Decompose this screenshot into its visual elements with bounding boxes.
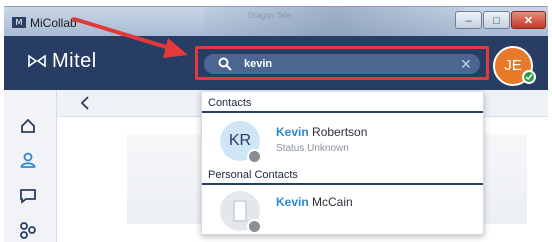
status-unknown-icon — [247, 219, 262, 234]
search-highlight-box: ✕ — [195, 46, 489, 80]
contacts-icon[interactable] — [18, 150, 38, 170]
window-title: MiCollab — [30, 16, 77, 30]
search-results-dropdown: Contacts KR Kevin Robertson Status Unkno… — [201, 91, 484, 235]
result-item-kevin-robertson[interactable]: KR Kevin Robertson Status Unknown — [202, 115, 483, 167]
name-match: Kevin — [276, 195, 309, 209]
section-heading-personal-contacts: Personal Contacts — [208, 169, 298, 181]
close-button[interactable]: ✕ — [511, 11, 546, 29]
app-header: Mitel ✕ JE — [4, 36, 548, 90]
back-chevron-icon[interactable] — [79, 96, 91, 110]
section-divider — [202, 111, 483, 113]
section-heading-contacts: Contacts — [208, 97, 252, 109]
background-window-text: Dragon Tale — [248, 11, 291, 20]
contact-status: Status Unknown — [276, 143, 349, 154]
background-window-blur — [204, 7, 464, 37]
search-icon — [218, 57, 232, 71]
minimize-button[interactable]: – — [455, 11, 482, 29]
clear-search-icon[interactable]: ✕ — [458, 56, 474, 72]
window-title-bar[interactable]: Dragon Tale M MiCollab – □ ✕ — [4, 6, 548, 37]
status-unknown-icon — [247, 149, 262, 164]
logo-text: Mitel — [52, 50, 97, 72]
result-item-kevin-mccain[interactable]: Kevin McCain — [202, 185, 483, 237]
contact-name: Kevin McCain — [276, 195, 353, 209]
navigation-rail — [4, 90, 57, 242]
name-rest: Robertson — [308, 125, 368, 139]
maximize-button[interactable]: □ — [483, 11, 510, 29]
groups-icon[interactable] — [18, 220, 38, 240]
chat-icon[interactable] — [18, 186, 38, 206]
app-icon: M — [12, 17, 26, 28]
presence-status-icon — [522, 70, 536, 84]
name-match: Kevin — [276, 125, 309, 139]
mitel-logo-icon — [28, 54, 46, 68]
micollab-window: Dragon Tale M MiCollab – □ ✕ Mitel ✕ JE — [0, 0, 552, 242]
search-bar[interactable]: ✕ — [204, 54, 480, 74]
contact-name: Kevin Robertson — [276, 125, 367, 139]
search-input[interactable] — [244, 54, 424, 74]
home-icon[interactable] — [18, 116, 38, 136]
name-rest: McCain — [308, 195, 353, 209]
